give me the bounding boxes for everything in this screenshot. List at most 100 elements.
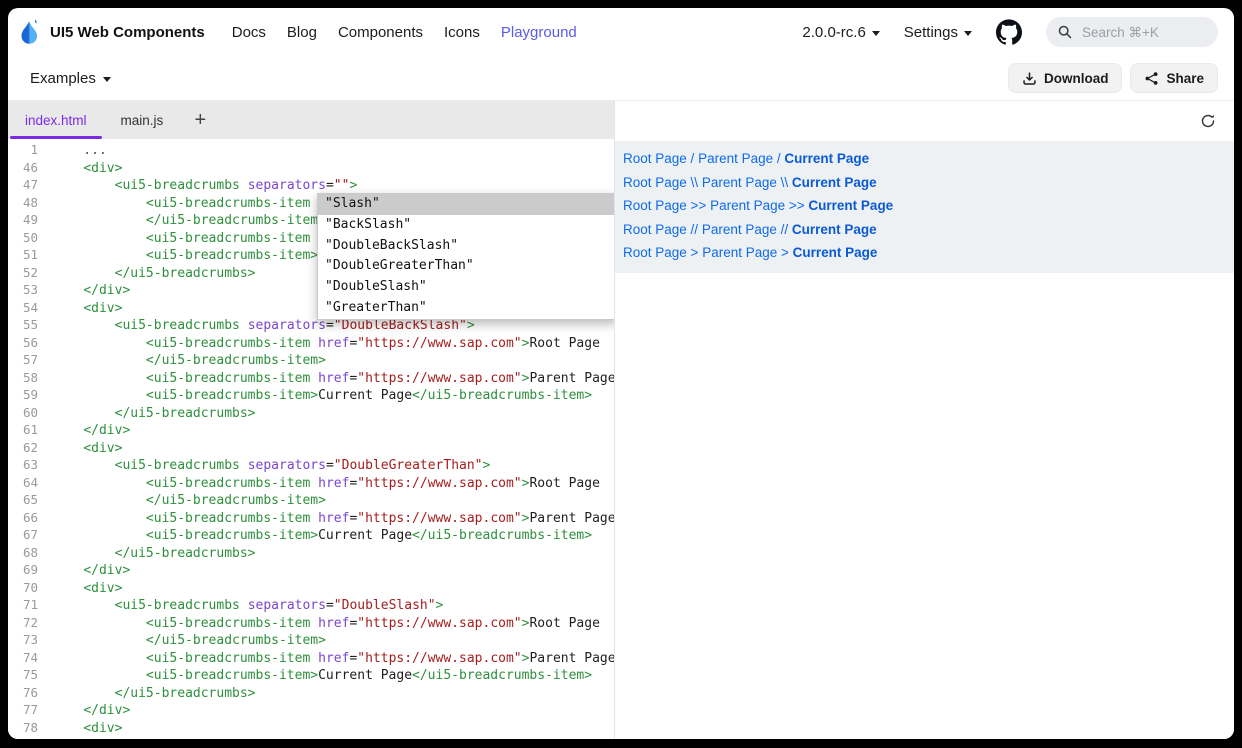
breadcrumb-link[interactable]: Root Page bbox=[623, 151, 687, 166]
brand[interactable]: UI5 Web Components bbox=[18, 17, 205, 47]
breadcrumb-link[interactable]: Parent Page bbox=[702, 245, 777, 260]
search-input[interactable] bbox=[1080, 24, 1204, 41]
code-line[interactable]: 66 <ui5-breadcrumbs-item href="https://w… bbox=[8, 509, 614, 527]
settings-dropdown[interactable]: Settings bbox=[904, 24, 972, 41]
code-text: <ui5-breadcrumbs-item href="https://www.… bbox=[52, 511, 614, 526]
code-text: </ui5-breadcrumbs> bbox=[52, 266, 256, 281]
code-token: > bbox=[483, 458, 491, 473]
autocomplete-option[interactable]: "DoubleSlash" bbox=[318, 277, 614, 298]
download-button[interactable]: Download bbox=[1008, 63, 1123, 93]
refresh-button[interactable] bbox=[1200, 113, 1216, 129]
autocomplete-popup: "Slash""BackSlash""DoubleBackSlash""Doub… bbox=[317, 193, 614, 320]
share-icon bbox=[1144, 71, 1159, 86]
code-line[interactable]: 1 ... bbox=[8, 141, 614, 159]
nav-icons[interactable]: Icons bbox=[444, 24, 480, 41]
line-number: 59 bbox=[8, 386, 38, 404]
code-line[interactable]: 73 </ui5-breadcrumbs-item> bbox=[8, 631, 614, 649]
line-number: 65 bbox=[8, 491, 38, 509]
breadcrumb-link[interactable]: Root Page bbox=[623, 222, 687, 237]
code-token: href bbox=[318, 616, 349, 631]
code-line[interactable]: 71 <ui5-breadcrumbs separators="DoubleSl… bbox=[8, 596, 614, 614]
github-link[interactable] bbox=[996, 19, 1022, 45]
code-line[interactable]: 59 <ui5-breadcrumbs-item>Current Page</u… bbox=[8, 386, 614, 404]
breadcrumb-link[interactable]: Root Page bbox=[623, 175, 687, 190]
tab-index-html[interactable]: index.html bbox=[8, 101, 104, 139]
download-label: Download bbox=[1044, 71, 1109, 86]
code-line[interactable]: 68 </ui5-breadcrumbs> bbox=[8, 544, 614, 562]
code-line[interactable]: 63 <ui5-breadcrumbs separators="DoubleGr… bbox=[8, 456, 614, 474]
code-token bbox=[52, 301, 83, 316]
code-line[interactable]: 76 </ui5-breadcrumbs> bbox=[8, 684, 614, 702]
code-token: <ui5-breadcrumbs-item bbox=[146, 511, 310, 526]
breadcrumb-current: Current Page bbox=[792, 175, 877, 190]
code-token bbox=[52, 493, 146, 508]
breadcrumb-link[interactable]: Parent Page bbox=[698, 151, 773, 166]
version-label: 2.0.0-rc.6 bbox=[802, 24, 865, 41]
tab-main-js[interactable]: main.js bbox=[104, 101, 181, 139]
code-token bbox=[240, 598, 248, 613]
code-token bbox=[52, 318, 115, 333]
breadcrumbs-row: Root Page / Parent Page / Current Page bbox=[623, 147, 1234, 171]
code-line[interactable]: 67 <ui5-breadcrumbs-item>Current Page</u… bbox=[8, 526, 614, 544]
code-text: </ui5-breadcrumbs> bbox=[52, 686, 256, 701]
code-token: <ui5-breadcrumbs-item> bbox=[146, 668, 318, 683]
autocomplete-option[interactable]: "DoubleGreaterThan" bbox=[318, 256, 614, 277]
code-line[interactable]: 47 <ui5-breadcrumbs separators=""> bbox=[8, 176, 614, 194]
autocomplete-option[interactable]: "DoubleBackSlash" bbox=[318, 236, 614, 257]
site-header: UI5 Web Components Docs Blog Components … bbox=[8, 8, 1234, 56]
code-token bbox=[52, 528, 146, 543]
breadcrumb-link[interactable]: Root Page bbox=[623, 245, 687, 260]
nav-components[interactable]: Components bbox=[338, 24, 423, 41]
code-line[interactable]: 65 </ui5-breadcrumbs-item> bbox=[8, 491, 614, 509]
code-line[interactable]: 77 </div> bbox=[8, 701, 614, 719]
breadcrumb-link[interactable]: Parent Page bbox=[702, 175, 777, 190]
line-number: 67 bbox=[8, 526, 38, 544]
github-icon bbox=[996, 19, 1022, 45]
code-line[interactable]: 72 <ui5-breadcrumbs-item href="https://w… bbox=[8, 614, 614, 632]
code-token: <div> bbox=[83, 441, 122, 456]
code-area[interactable]: 1 ...46 <div>47 <ui5-breadcrumbs separat… bbox=[8, 139, 614, 739]
breadcrumb-link[interactable]: Parent Page bbox=[710, 198, 785, 213]
code-line[interactable]: 61 </div> bbox=[8, 421, 614, 439]
code-line[interactable]: 56 <ui5-breadcrumbs-item href="https://w… bbox=[8, 334, 614, 352]
examples-dropdown[interactable]: Examples bbox=[30, 70, 111, 87]
search-icon bbox=[1058, 25, 1072, 39]
version-dropdown[interactable]: 2.0.0-rc.6 bbox=[802, 24, 879, 41]
breadcrumb-link[interactable]: Root Page bbox=[623, 198, 687, 213]
autocomplete-option[interactable]: "Slash" bbox=[318, 194, 614, 215]
code-line[interactable]: 58 <ui5-breadcrumbs-item href="https://w… bbox=[8, 369, 614, 387]
breadcrumb-separator: // bbox=[687, 222, 702, 237]
code-token bbox=[240, 178, 248, 193]
code-text: </div> bbox=[52, 423, 130, 438]
code-line[interactable]: 64 <ui5-breadcrumbs-item href="https://w… bbox=[8, 474, 614, 492]
nav-docs[interactable]: Docs bbox=[232, 24, 266, 41]
code-token bbox=[52, 283, 83, 298]
code-line[interactable]: 62 <div> bbox=[8, 439, 614, 457]
nav-blog[interactable]: Blog bbox=[287, 24, 317, 41]
breadcrumb-link[interactable]: Parent Page bbox=[702, 222, 777, 237]
autocomplete-option[interactable]: "BackSlash" bbox=[318, 215, 614, 236]
code-token: = bbox=[326, 318, 334, 333]
code-token: <ui5-breadcrumbs-item> bbox=[146, 528, 318, 543]
breadcrumb-separator: / bbox=[773, 151, 784, 166]
code-line[interactable]: 70 <div> bbox=[8, 579, 614, 597]
code-line[interactable]: 57 </ui5-breadcrumbs-item> bbox=[8, 351, 614, 369]
breadcrumbs-row: Root Page > Parent Page > Current Page bbox=[623, 241, 1234, 265]
code-line[interactable]: 74 <ui5-breadcrumbs-item href="https://w… bbox=[8, 649, 614, 667]
code-line[interactable]: 78 <div> bbox=[8, 719, 614, 737]
add-tab-button[interactable]: + bbox=[180, 101, 220, 139]
plus-icon: + bbox=[194, 109, 206, 132]
code-token bbox=[310, 651, 318, 666]
code-line[interactable]: 69 </div> bbox=[8, 561, 614, 579]
autocomplete-option[interactable]: "GreaterThan" bbox=[318, 298, 614, 319]
code-line[interactable]: 46 <div> bbox=[8, 159, 614, 177]
code-line[interactable]: 60 </ui5-breadcrumbs> bbox=[8, 404, 614, 422]
code-text: <div> bbox=[52, 441, 122, 456]
search-box[interactable] bbox=[1046, 17, 1218, 47]
share-button[interactable]: Share bbox=[1130, 63, 1218, 93]
code-text: </div> bbox=[52, 703, 130, 718]
code-token: </div> bbox=[83, 423, 130, 438]
code-line[interactable]: 75 <ui5-breadcrumbs-item>Current Page</u… bbox=[8, 666, 614, 684]
main-nav: Docs Blog Components Icons Playground bbox=[232, 24, 577, 41]
nav-playground[interactable]: Playground bbox=[501, 24, 577, 41]
